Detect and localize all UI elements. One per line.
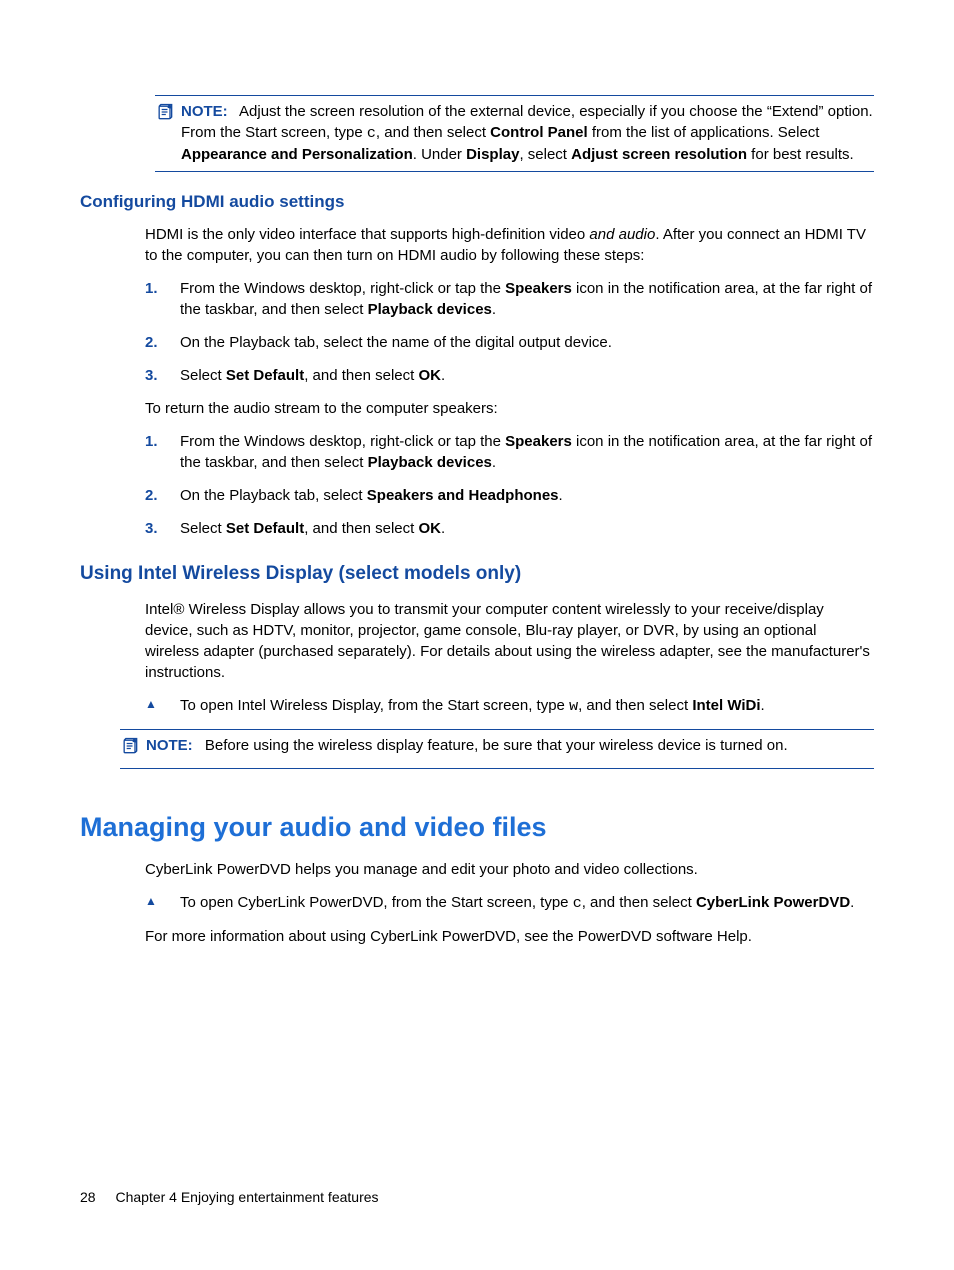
chapter-label: Chapter 4 Enjoying entertainment feature…	[115, 1189, 378, 1205]
ordered-list: From the Windows desktop, right-click or…	[145, 431, 874, 539]
paragraph: HDMI is the only video interface that su…	[145, 224, 874, 266]
note-text: Adjust the screen resolution of the exte…	[181, 103, 873, 163]
note-text: Before using the wireless display featur…	[205, 737, 788, 754]
note-label: NOTE:	[181, 103, 228, 120]
page-footer: 28 Chapter 4 Enjoying entertainment feat…	[80, 1188, 379, 1208]
note-label: NOTE:	[146, 737, 193, 754]
ordered-list: From the Windows desktop, right-click or…	[145, 278, 874, 386]
heading-intel-wireless: Using Intel Wireless Display (select mod…	[80, 561, 874, 588]
paragraph: For more information about using CyberLi…	[145, 926, 874, 947]
note-icon	[120, 735, 142, 762]
note-content: NOTE: Adjust the screen resolution of th…	[181, 101, 874, 165]
note-content: NOTE: Before using the wireless display …	[146, 735, 874, 756]
list-item: From the Windows desktop, right-click or…	[145, 431, 874, 473]
list-item: Select Set Default, and then select OK.	[145, 365, 874, 386]
list-item: From the Windows desktop, right-click or…	[145, 278, 874, 320]
heading-configuring-hdmi: Configuring HDMI audio settings	[80, 190, 874, 214]
note-box: NOTE: Adjust the screen resolution of th…	[155, 95, 874, 172]
list-item: On the Playback tab, select the name of …	[145, 332, 874, 353]
note-box: NOTE: Before using the wireless display …	[120, 729, 874, 769]
list-item: To open CyberLink PowerDVD, from the Sta…	[145, 892, 874, 914]
bullet-list: To open CyberLink PowerDVD, from the Sta…	[145, 892, 874, 914]
paragraph: Intel® Wireless Display allows you to tr…	[145, 599, 874, 683]
heading-managing-files: Managing your audio and video files	[80, 809, 874, 847]
list-item: Select Set Default, and then select OK.	[145, 518, 874, 539]
paragraph: CyberLink PowerDVD helps you manage and …	[145, 859, 874, 880]
paragraph: To return the audio stream to the comput…	[145, 398, 874, 419]
page-number: 28	[80, 1189, 96, 1205]
list-item: To open Intel Wireless Display, from the…	[145, 695, 874, 717]
note-icon	[155, 101, 177, 128]
document-page: NOTE: Adjust the screen resolution of th…	[0, 0, 954, 1270]
bullet-list: To open Intel Wireless Display, from the…	[145, 695, 874, 717]
list-item: On the Playback tab, select Speakers and…	[145, 485, 874, 506]
